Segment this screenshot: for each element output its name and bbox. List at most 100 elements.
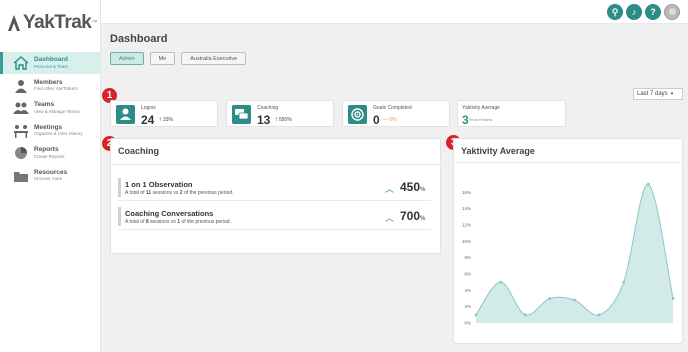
page-title: Dashboard (110, 33, 168, 45)
y-tick-label: 12% (462, 223, 471, 228)
row-accent-bar (118, 207, 121, 226)
stat-card-yaktivity-average[interactable]: Yaktivity Average 3 From 5 teams (457, 100, 566, 127)
filter-australia-executive-button[interactable]: Australia Executive (181, 52, 247, 65)
row-title: 1 on 1 Observation (125, 180, 193, 189)
stat-value: 3 (462, 113, 469, 127)
row-accent-bar (118, 178, 121, 197)
help-icon[interactable]: ? (645, 4, 661, 20)
stat-label: Goals Completed (373, 105, 412, 111)
data-point[interactable] (597, 313, 601, 317)
data-point[interactable] (499, 280, 503, 284)
target-icon (348, 105, 367, 124)
coaching-card (110, 138, 441, 254)
sidebar-item-reports[interactable]: Reports Create Reports (0, 142, 101, 164)
stat-card-goals-completed[interactable]: Goals Completed 0 — 0% (342, 100, 450, 127)
row-divider (118, 200, 431, 201)
sidebar-item-subtitle: Create Reports (34, 153, 65, 159)
folder-icon (14, 171, 28, 182)
stat-value: 13 (257, 113, 271, 127)
y-tick-label: 0% (464, 321, 471, 326)
sidebar-item-dashboard[interactable]: Dashboard Personal & Team (0, 52, 101, 74)
row-description: A total of 8 sessions vs 1 of the previo… (125, 219, 231, 225)
data-point[interactable] (548, 297, 552, 300)
sidebar-item-title: Dashboard (34, 56, 68, 63)
chat-icon (232, 105, 251, 124)
bell-icon[interactable]: ♪ (626, 4, 642, 20)
data-point[interactable] (573, 298, 576, 302)
sidebar-item-resources[interactable]: Resources Uncover more (0, 165, 101, 187)
row-percentage: 700% (400, 209, 426, 223)
stat-subtext: From 5 teams (469, 118, 493, 122)
chevron-up-icon: ︿ (385, 184, 395, 194)
stat-value: 24 (141, 113, 155, 127)
stat-value: 0 (373, 113, 380, 127)
stat-card-logins[interactable]: Logins 24 🡑 33% (110, 100, 218, 127)
chevron-down-icon: ▾ (670, 91, 674, 97)
y-tick-label: 10% (462, 239, 471, 244)
pie-chart-icon (15, 147, 27, 159)
scope-filter: Admin Me Australia Executive (110, 52, 247, 65)
stat-label: Logins (141, 105, 156, 111)
sidebar-item-subtitle: Organise & View History (34, 131, 83, 136)
avatar[interactable] (664, 4, 680, 20)
top-bar: ⚲ ♪ ? (101, 0, 688, 24)
top-actions: ⚲ ♪ ? (607, 4, 680, 20)
search-icon[interactable]: ⚲ (607, 4, 623, 20)
stat-change: 🡑 33% (159, 117, 173, 125)
stat-label: Yaktivity Average (462, 105, 500, 111)
y-tick-label: 8% (464, 255, 471, 260)
row-description: A total of 11 sessions vs 2 of the previ… (125, 190, 234, 196)
date-range-select[interactable]: Last 7 days ▾ (633, 88, 683, 100)
arrow-up-icon: 🡑 (275, 117, 278, 123)
sidebar-item-title: Teams (34, 101, 55, 108)
y-tick-label: 2% (464, 304, 471, 309)
sidebar-item-members[interactable]: Members Find other YakTrakers (0, 75, 101, 97)
trademark: ™ (91, 20, 98, 26)
arrow-up-icon: 🡑 (159, 117, 162, 123)
person-icon (116, 105, 135, 124)
coaching-title: Coaching (118, 146, 160, 156)
yaktivity-chart: 0% 2% 4% 6% 8% 10% 12% 14% 16% (462, 182, 675, 326)
stat-change-value: 550% (279, 117, 292, 123)
home-icon (13, 56, 29, 70)
chevron-up-icon: ︿ (385, 213, 395, 223)
y-tick-label: 14% (462, 206, 471, 211)
dash-icon: — (383, 117, 388, 123)
sidebar-nav: Dashboard Personal & Team Members Find o… (0, 52, 101, 187)
sidebar-item-subtitle: View & Manage Teams (34, 108, 80, 114)
sidebar-item-teams[interactable]: Teams View & Manage Teams (0, 97, 101, 119)
sidebar-item-meetings[interactable]: Meetings Organise & View History (0, 120, 101, 142)
card-divider (453, 162, 683, 163)
data-point[interactable] (523, 313, 527, 317)
data-point[interactable] (622, 280, 626, 284)
series-area (476, 184, 673, 323)
stat-change-value: 0% (389, 117, 397, 123)
row-percentage: 450% (400, 180, 426, 194)
brand-name: YakTrak (23, 12, 92, 33)
y-tick-label: 16% (462, 190, 471, 195)
sidebar-item-subtitle: Uncover more (34, 176, 63, 181)
stat-label: Coaching (257, 105, 279, 111)
card-divider (110, 164, 441, 165)
sidebar-item-subtitle: Personal & Team (34, 63, 69, 69)
person-icon (15, 79, 27, 93)
yak-logo-icon (8, 15, 20, 31)
y-tick-label: 6% (464, 272, 471, 277)
row-title: Coaching Conversations (125, 209, 214, 218)
sidebar-item-subtitle: Find other YakTrakers (34, 86, 78, 91)
row-divider (118, 229, 431, 230)
logo[interactable]: YakTrak ™ (6, 12, 97, 34)
yaktivity-title: Yaktivity Average (461, 146, 535, 156)
data-point[interactable] (474, 313, 478, 317)
filter-me-button[interactable]: Me (149, 52, 176, 65)
filter-admin-button[interactable]: Admin (110, 52, 144, 65)
stat-change-value: 33% (163, 117, 174, 123)
stat-change: 🡑 550% (275, 117, 292, 125)
data-point[interactable] (671, 297, 675, 300)
group-icon (13, 102, 29, 114)
y-tick-label: 4% (464, 288, 471, 293)
stat-card-coaching[interactable]: Coaching 13 🡑 550% (226, 100, 334, 127)
sidebar: YakTrak ™ Dashboard Personal & Team Memb… (0, 0, 101, 352)
date-range-value: Last 7 days (637, 91, 668, 97)
data-point[interactable] (646, 182, 650, 186)
